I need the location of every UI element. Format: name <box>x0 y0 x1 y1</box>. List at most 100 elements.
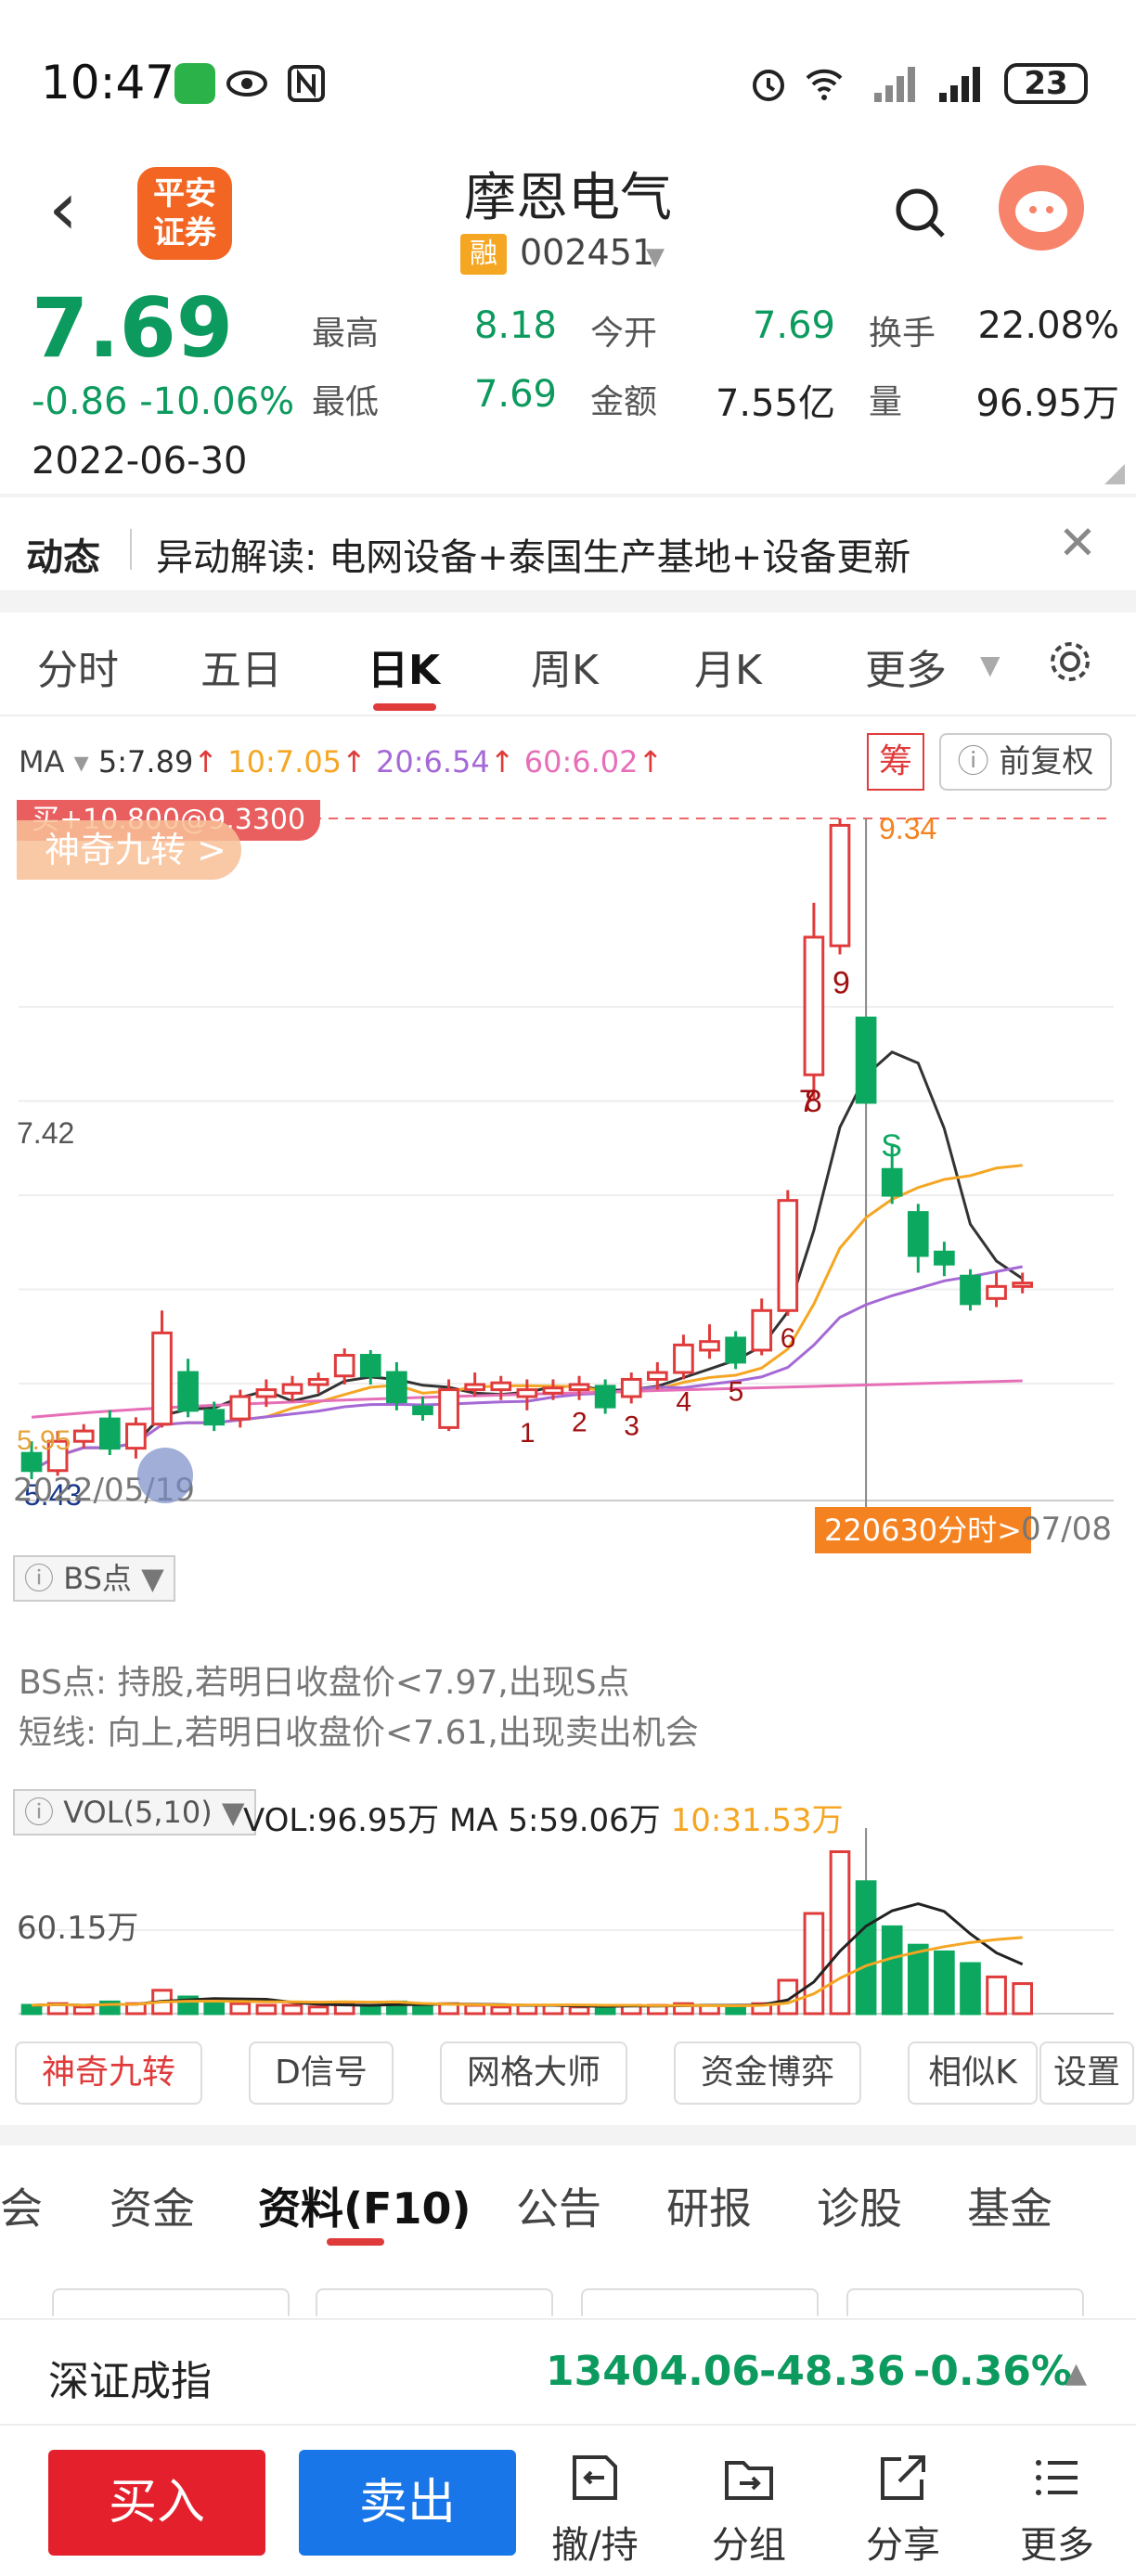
assistant-avatar-icon[interactable] <box>999 165 1084 251</box>
sell-signal-label: S <box>881 1128 902 1164</box>
divider <box>0 494 1136 497</box>
tab-research[interactable]: 研报 <box>666 2175 752 2236</box>
candle-body <box>699 1340 720 1352</box>
gear-icon[interactable] <box>1047 638 1093 685</box>
up-arrow-icon: ↑ <box>489 744 524 779</box>
price-adjust-button[interactable]: ⓘ 前复权 <box>939 733 1112 791</box>
volume-bar <box>307 2005 329 2016</box>
ma-price-label: 5.95 <box>17 1425 71 1456</box>
bs-point-dropdown[interactable]: ⓘ BS点 ▼ <box>13 1555 175 1602</box>
amount-label: 金额 <box>590 383 658 421</box>
tab-more[interactable]: 更多 <box>865 637 947 696</box>
divider <box>0 590 1136 612</box>
high-label: 最高 <box>312 315 380 353</box>
candle-body <box>647 1371 668 1381</box>
nav-cancel-hold[interactable]: 撤/持 <box>544 2450 646 2570</box>
volume-bar <box>986 1975 1007 2016</box>
volume-bar <box>490 2005 512 2016</box>
price-change: -0.86 -10.06% <box>32 380 295 423</box>
eye-icon <box>226 71 267 97</box>
tab-weekly-k[interactable]: 周K <box>531 637 599 696</box>
open-value: 7.69 <box>752 304 835 347</box>
active-tab-indicator <box>373 703 436 711</box>
magic-nine-promo-button[interactable]: 神奇九转 > <box>17 820 241 880</box>
candle-body <box>1012 1282 1034 1288</box>
stock-name[interactable]: 摩恩电气 <box>408 156 728 231</box>
high-price-label: 9.34 <box>879 812 936 845</box>
chevron-down-icon[interactable]: ▼ <box>980 650 1000 680</box>
info-icon: ⓘ <box>24 1561 64 1596</box>
back-button[interactable]: ‹ <box>48 172 95 251</box>
chevron-down-icon[interactable]: ▼ <box>646 243 665 271</box>
kline-chart[interactable]: 9.347.425.435.95S7891 2 34 56 <box>0 800 1136 1552</box>
nav-share-label: 分享 <box>866 2524 940 2567</box>
tab-daily-k[interactable]: 日K <box>368 637 440 696</box>
turnover-value: 22.08% <box>977 304 1119 347</box>
tab-meeting[interactable]: 会 <box>0 2175 43 2236</box>
candle-body <box>881 1167 903 1197</box>
volume-axis-label: 60.15万 <box>17 1910 139 1947</box>
content-card <box>52 2288 290 2316</box>
ma-legend[interactable]: MA ▾ 5:7.89↑ 10:7.05↑ 20:6.54↑ 60:6.02↑ <box>19 744 663 779</box>
tool-settings[interactable]: 设置 <box>1039 2041 1134 2105</box>
signal-icon-2 <box>939 67 980 102</box>
stock-code[interactable]: 002451 <box>520 232 654 273</box>
tab-fund[interactable]: 基金 <box>967 2175 1052 2236</box>
index-name: 深证成指 <box>48 2358 212 2405</box>
brokerage-logo: 平安 证券 <box>137 167 232 260</box>
logo-line-2: 证券 <box>153 214 216 251</box>
tab-announcement[interactable]: 公告 <box>516 2175 601 2236</box>
volume-chart[interactable] <box>0 1828 1136 2023</box>
tool-similar-k[interactable]: 相似K <box>908 2041 1038 2105</box>
chevron-down-icon: ▾ <box>64 744 98 779</box>
candle-body <box>281 1383 303 1395</box>
tool-magic-nine[interactable]: 神奇九转 <box>15 2041 202 2105</box>
active-tab-indicator <box>327 2238 384 2246</box>
low-value: 7.69 <box>473 373 557 416</box>
candle-body <box>99 1417 121 1450</box>
volume-indicator-label: VOL(5,10) <box>63 1795 213 1830</box>
chart-grid <box>19 818 1114 1547</box>
tab-diagnosis[interactable]: 诊股 <box>817 2175 902 2236</box>
candle-body <box>151 1331 173 1426</box>
ma60-value: 60:6.02 <box>523 744 639 779</box>
tab-intraday[interactable]: 分时 <box>37 637 119 696</box>
tool-grid-master[interactable]: 网格大师 <box>440 2041 627 2105</box>
candle-body <box>620 1377 642 1398</box>
news-headline[interactable]: 异动解读: 电网设备+泰国生产基地+设备更新 <box>156 527 910 581</box>
tab-five-day[interactable]: 五日 <box>200 637 282 696</box>
ma10-value: 10:7.05 <box>227 744 342 779</box>
nav-share[interactable]: 分享 <box>852 2450 954 2570</box>
info-icon: ⓘ <box>957 743 1000 780</box>
nav-more[interactable]: 更多 <box>1006 2450 1108 2570</box>
tab-monthly-k[interactable]: 月K <box>694 637 762 696</box>
divider <box>130 529 132 570</box>
candle-body <box>986 1284 1007 1300</box>
margin-badge: 融 <box>460 234 507 275</box>
nine-count-label: 2 <box>572 1408 587 1438</box>
tab-f10[interactable]: 资料(F10) <box>258 2175 471 2236</box>
expand-corner-icon[interactable] <box>1104 464 1125 484</box>
price-adjust-label: 前复权 <box>999 743 1094 780</box>
nfc-icon <box>288 65 325 102</box>
fullscreen-icon[interactable] <box>137 1448 193 1503</box>
volume-bar <box>803 1912 825 2016</box>
sell-button[interactable]: 卖出 <box>299 2450 516 2556</box>
volume-bar <box>1012 1982 1034 2016</box>
tool-capital-game[interactable]: 资金博弈 <box>674 2041 861 2105</box>
search-icon[interactable] <box>893 186 949 241</box>
amount-value: 7.55亿 <box>715 382 835 425</box>
turnover-label: 换手 <box>869 315 936 353</box>
tab-capital[interactable]: 资金 <box>110 2175 195 2236</box>
bs-hint-line-2: 短线: 向上,若明日收盘价<7.61,出现卖出机会 <box>19 1714 699 1752</box>
chip-distribution-button[interactable]: 筹 <box>867 733 924 791</box>
close-icon[interactable]: ✕ <box>1058 516 1097 570</box>
tool-d-signal[interactable]: D信号 <box>249 2041 394 2105</box>
content-card <box>846 2288 1084 2316</box>
volume-bar <box>255 2003 278 2016</box>
candle-body <box>125 1423 147 1450</box>
buy-button[interactable]: 买入 <box>48 2450 265 2556</box>
cursor-date-button[interactable]: 220630分时> <box>815 1507 1031 1553</box>
nav-group[interactable]: 分组 <box>698 2450 800 2570</box>
chevron-up-icon[interactable]: ▲ <box>1065 2357 1087 2389</box>
